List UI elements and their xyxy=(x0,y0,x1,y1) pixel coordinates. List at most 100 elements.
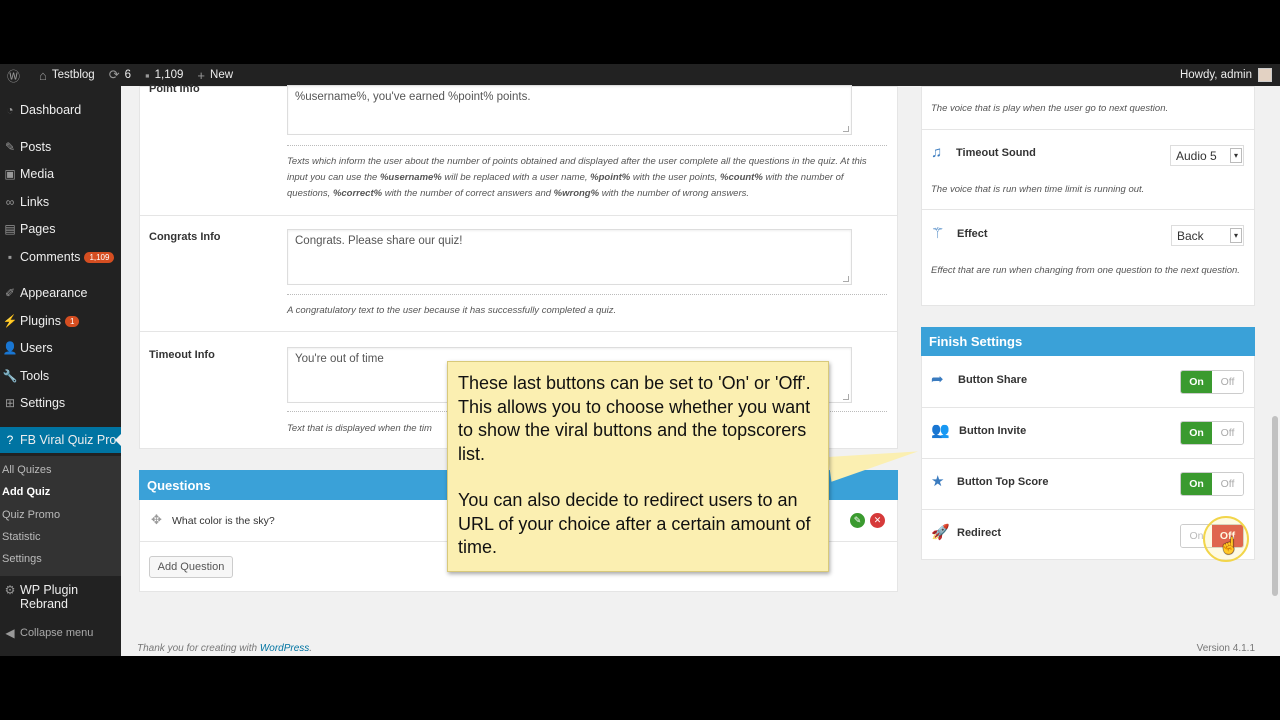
howdy-text: Howdy, admin xyxy=(1179,69,1252,81)
submenu-statistic[interactable]: Statistic xyxy=(2,531,41,543)
button-share-label: Button Share xyxy=(958,374,1028,386)
magic-wand-icon: ⚚ xyxy=(931,225,945,242)
plugins-badge: 1 xyxy=(65,315,80,327)
hand-cursor-icon: ☝ xyxy=(1219,538,1239,555)
sidebar-item-media[interactable]: ▣ Media xyxy=(0,161,121,187)
question-icon: ? xyxy=(6,433,14,447)
edit-question-icon[interactable]: ✎ xyxy=(850,513,865,528)
add-question-button[interactable]: Add Question xyxy=(149,556,233,578)
media-icon: ▣ xyxy=(4,167,16,181)
rocket-icon: 🚀 xyxy=(931,524,950,541)
dashboard-icon: ◔ xyxy=(6,103,14,117)
pin-icon: ✎ xyxy=(4,140,16,154)
submenu-quiz-promo[interactable]: Quiz Promo xyxy=(2,509,60,521)
sidebar-item-tools[interactable]: 🔧 Tools xyxy=(0,363,121,389)
comments-count: 1,109 xyxy=(154,69,184,81)
redirect-label: Redirect xyxy=(957,527,1002,539)
finish-settings-header: Finish Settings xyxy=(921,327,1255,356)
sidebar-item-dashboard[interactable]: ◔ Dashboard xyxy=(0,97,121,123)
scrollbar-thumb[interactable] xyxy=(1272,416,1278,596)
callout-paragraph-2: You can also decide to redirect users to… xyxy=(458,490,811,557)
my-account-menu[interactable]: Howdy, admin xyxy=(1180,68,1280,82)
delete-question-icon[interactable]: ✕ xyxy=(870,513,885,528)
wordpress-link[interactable]: WordPress xyxy=(260,643,309,654)
button-invite-label: Button Invite xyxy=(959,425,1027,437)
avatar xyxy=(1258,68,1272,82)
submenu-add-quiz[interactable]: Add Quiz xyxy=(2,486,50,498)
sound-effect-settings-panel: The voice that is play when the user go … xyxy=(921,86,1255,306)
plug-icon: ⚡ xyxy=(2,314,18,328)
sidebar-item-links[interactable]: ∞ Links xyxy=(0,189,121,215)
share-arrow-icon: ➦ xyxy=(931,371,944,388)
effect-label: Effect xyxy=(957,228,988,240)
congrats-info-textarea[interactable]: Congrats. Please share our quiz! xyxy=(287,229,852,285)
button-share-toggle[interactable]: On Off xyxy=(1180,370,1244,394)
button-top-score-toggle[interactable]: On Off xyxy=(1180,472,1244,496)
music-note-icon: ♫ xyxy=(931,144,943,161)
next-question-sound-description: The voice that is play when the user go … xyxy=(931,103,1169,114)
chevron-down-icon: ▾ xyxy=(1230,148,1242,163)
sidebar-item-comments[interactable]: ▪ Comments 1,109 xyxy=(0,244,121,270)
updates-count: 6 xyxy=(124,69,132,81)
toggle-off[interactable]: Off xyxy=(1212,473,1243,495)
footer-thanks: Thank you for creating with WordPress. xyxy=(137,643,313,654)
wp-logo-menu[interactable]: Ⓦ xyxy=(0,64,32,86)
collapse-icon: ◀ xyxy=(5,626,15,640)
toggle-off[interactable]: Off xyxy=(1212,422,1243,444)
wrench-icon: 🔧 xyxy=(2,369,18,383)
page-icon: ▤ xyxy=(4,222,16,236)
timeout-sound-select[interactable]: Audio 5 ▾ xyxy=(1170,145,1244,166)
site-name: Testblog xyxy=(51,69,95,81)
plus-icon: + xyxy=(197,67,206,83)
toggle-on[interactable]: On xyxy=(1181,422,1212,444)
congrats-info-label: Congrats Info xyxy=(149,231,221,243)
effect-description: Effect that are run when changing from o… xyxy=(931,265,1240,276)
settings-icon: ⚙ xyxy=(4,583,16,597)
link-icon: ∞ xyxy=(5,195,15,209)
congrats-info-description: A congratulatory text to the user becaus… xyxy=(287,305,617,316)
wordpress-icon: Ⓦ xyxy=(7,68,21,84)
wp-admin-screen: Ⓦ ⌂ Testblog ⟳ 6 ▪ 1,109 + New Howdy, admin … xyxy=(0,64,1280,656)
brush-icon: ✐ xyxy=(4,286,16,300)
updates-menu[interactable]: ⟳ 6 xyxy=(102,64,138,86)
comment-icon: ▪ xyxy=(145,67,150,83)
sidebar-item-users[interactable]: 👤 Users xyxy=(0,335,121,361)
point-info-textarea[interactable]: %username%, you've earned %point% points… xyxy=(287,85,852,135)
tutorial-callout: These last buttons can be set to 'On' or… xyxy=(447,361,829,572)
footer-version: Version 4.1.1 xyxy=(1196,643,1255,654)
refresh-icon: ⟳ xyxy=(108,67,120,82)
sidebar-item-plugins[interactable]: ⚡ Plugins 1 xyxy=(0,308,121,334)
sidebar-item-fb-viral-quiz-pro[interactable]: ? FB Viral Quiz Pro xyxy=(0,427,121,453)
sidebar-item-appearance[interactable]: ✐ Appearance xyxy=(0,280,121,306)
toggle-on[interactable]: On xyxy=(1181,371,1212,393)
sidebar-item-posts[interactable]: ✎ Posts xyxy=(0,134,121,160)
timeout-sound-label: Timeout Sound xyxy=(956,147,1036,159)
user-icon: 👤 xyxy=(2,341,18,355)
sidebar-item-settings[interactable]: ⊞ Settings xyxy=(0,390,121,416)
submenu-settings[interactable]: Settings xyxy=(2,553,42,565)
timeout-info-label: Timeout Info xyxy=(149,349,215,361)
settings-icon: ⊞ xyxy=(4,396,16,410)
sidebar-item-wp-plugin-rebrand[interactable]: ⚙ WP Plugin Rebrand xyxy=(0,583,121,619)
button-top-score-label: Button Top Score xyxy=(957,476,1049,488)
comment-icon: ▪ xyxy=(7,250,13,264)
site-name-menu[interactable]: ⌂ Testblog xyxy=(32,64,102,86)
star-icon: ★ xyxy=(931,473,945,490)
sidebar-item-pages[interactable]: ▤ Pages xyxy=(0,216,121,242)
drag-handle-icon[interactable]: ✥ xyxy=(151,512,162,528)
callout-paragraph-1: These last buttons can be set to 'On' or… xyxy=(458,373,811,464)
toggle-off[interactable]: Off xyxy=(1212,371,1243,393)
page-scrollbar[interactable] xyxy=(1270,86,1280,656)
submenu-all-quizes[interactable]: All Quizes xyxy=(2,464,52,476)
collapse-menu-button[interactable]: ◀ Collapse menu xyxy=(0,620,121,646)
quiz-submenu: All Quizes Add Quiz Quiz Promo Statistic… xyxy=(0,456,121,576)
comments-badge: 1,109 xyxy=(84,251,115,263)
toggle-on[interactable]: On xyxy=(1181,473,1212,495)
new-label: New xyxy=(210,69,234,81)
question-text: What color is the sky? xyxy=(172,515,275,527)
point-info-description: Texts which inform the user about the nu… xyxy=(287,156,867,199)
chevron-down-icon: ▾ xyxy=(1230,228,1242,243)
button-invite-toggle[interactable]: On Off xyxy=(1180,421,1244,445)
effect-select[interactable]: Back ▾ xyxy=(1171,225,1244,246)
finish-settings-panel: Finish Settings ➦ Button Share On Off 👥 B… xyxy=(921,327,1255,560)
